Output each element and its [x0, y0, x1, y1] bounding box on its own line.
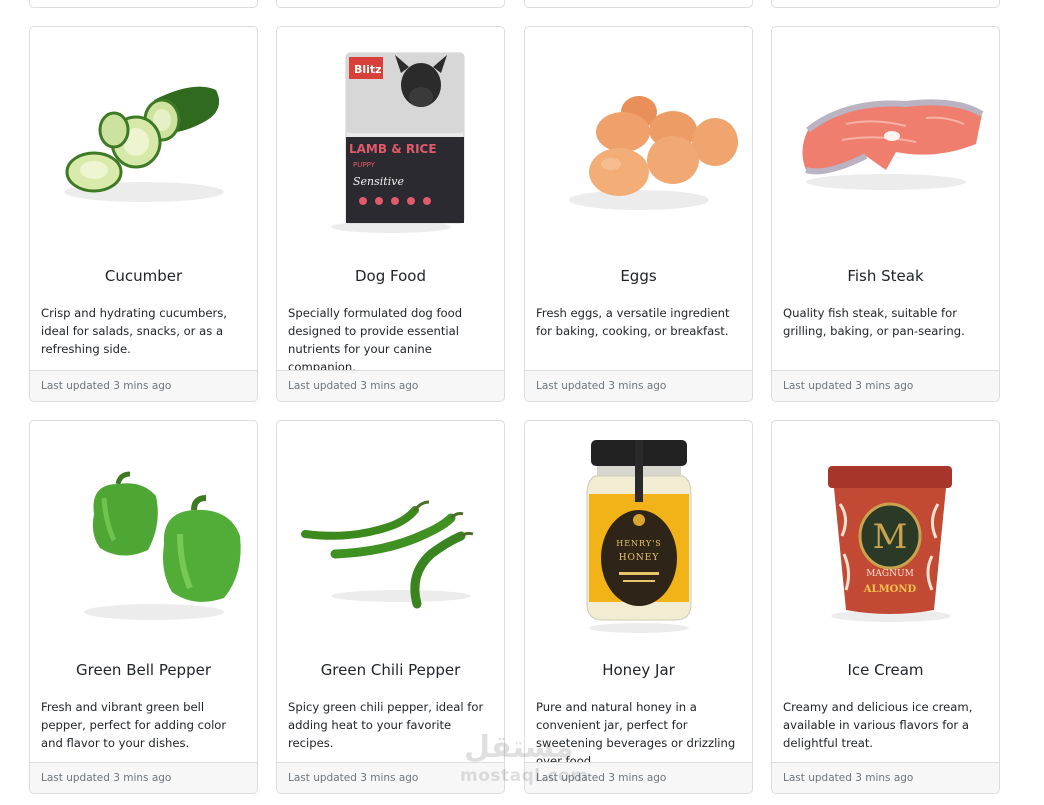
- card-description: Quality fish steak, suitable for grillin…: [783, 306, 965, 338]
- card-footer-updated: Last updated 3 mins ago: [772, 762, 999, 793]
- previous-row-card-4: [771, 0, 1000, 8]
- card-footer-updated: Last updated 3 mins ago: [30, 762, 257, 793]
- dog-food-bag-image: Blitz LAMB & RICE PUPPY Sensitive: [277, 27, 504, 252]
- card-title: Fish Steak: [847, 267, 924, 285]
- card-footer-updated: Last updated 3 mins ago: [525, 762, 752, 793]
- product-card-eggs[interactable]: Eggs Fresh eggs, a versatile ingredient …: [524, 26, 753, 402]
- product-card-green-chili-pepper[interactable]: Green Chili Pepper Spicy green chili pep…: [276, 420, 505, 794]
- card-footer-updated: Last updated 3 mins ago: [277, 762, 504, 793]
- ice-cream-label-flavor: ALMOND: [862, 584, 916, 595]
- chili-pepper-image: [277, 421, 504, 646]
- honey-label-line2: HONEY: [618, 553, 659, 563]
- card-title: Green Chili Pepper: [320, 661, 461, 679]
- dog-food-line2: PUPPY: [353, 161, 376, 169]
- ice-cream-tub-image: M MAGNUM ALMOND: [772, 421, 999, 646]
- cucumber-image: [30, 27, 257, 252]
- previous-row-card-2: [276, 0, 505, 8]
- honey-label-line1: HENRY'S: [616, 539, 662, 548]
- card-title: Ice Cream: [847, 661, 924, 679]
- card-footer-updated: Last updated 3 mins ago: [772, 370, 999, 401]
- card-title: Dog Food: [355, 267, 426, 285]
- card-description: Crisp and hydrating cucumbers, ideal for…: [41, 306, 227, 356]
- card-footer-updated: Last updated 3 mins ago: [277, 370, 504, 401]
- previous-row-card-1: [29, 0, 258, 8]
- card-description: Pure and natural honey in a convenient j…: [536, 700, 736, 768]
- card-title: Honey Jar: [602, 661, 675, 679]
- card-footer-updated: Last updated 3 mins ago: [525, 370, 752, 401]
- product-card-honey-jar[interactable]: HENRY'S HONEY Honey Jar Pure and natural…: [524, 420, 753, 794]
- card-title: Green Bell Pepper: [76, 661, 211, 679]
- fish-steak-image: [772, 27, 999, 252]
- bell-pepper-image: [30, 421, 257, 646]
- previous-row-card-3: [524, 0, 753, 8]
- dog-food-line1: LAMB & RICE: [349, 142, 437, 156]
- dog-food-line3: Sensitive: [353, 175, 404, 188]
- card-description: Specially formulated dog food designed t…: [288, 306, 463, 374]
- ice-cream-label-letter: M: [872, 517, 907, 557]
- card-description: Fresh eggs, a versatile ingredient for b…: [536, 306, 730, 338]
- card-title: Eggs: [620, 267, 657, 285]
- product-card-cucumber[interactable]: Cucumber Crisp and hydrating cucumbers, …: [29, 26, 258, 402]
- card-title: Cucumber: [104, 267, 183, 285]
- honey-jar-image: HENRY'S HONEY: [525, 421, 752, 646]
- card-description: Creamy and delicious ice cream, availabl…: [783, 700, 973, 750]
- product-card-ice-cream[interactable]: M MAGNUM ALMOND Ice Cream Creamy and del…: [771, 420, 1000, 794]
- ice-cream-label-brand: MAGNUM: [866, 569, 914, 579]
- dog-food-brand: Blitz: [354, 63, 382, 76]
- card-footer-updated: Last updated 3 mins ago: [30, 370, 257, 401]
- card-description: Fresh and vibrant green bell pepper, per…: [41, 700, 227, 750]
- product-card-dog-food[interactable]: Blitz LAMB & RICE PUPPY Sensitive Dog Fo…: [276, 26, 505, 402]
- product-card-fish-steak[interactable]: Fish Steak Quality fish steak, suitable …: [771, 26, 1000, 402]
- card-description: Spicy green chili pepper, ideal for addi…: [288, 700, 484, 750]
- eggs-image: [525, 27, 752, 252]
- product-card-green-bell-pepper[interactable]: Green Bell Pepper Fresh and vibrant gree…: [29, 420, 258, 794]
